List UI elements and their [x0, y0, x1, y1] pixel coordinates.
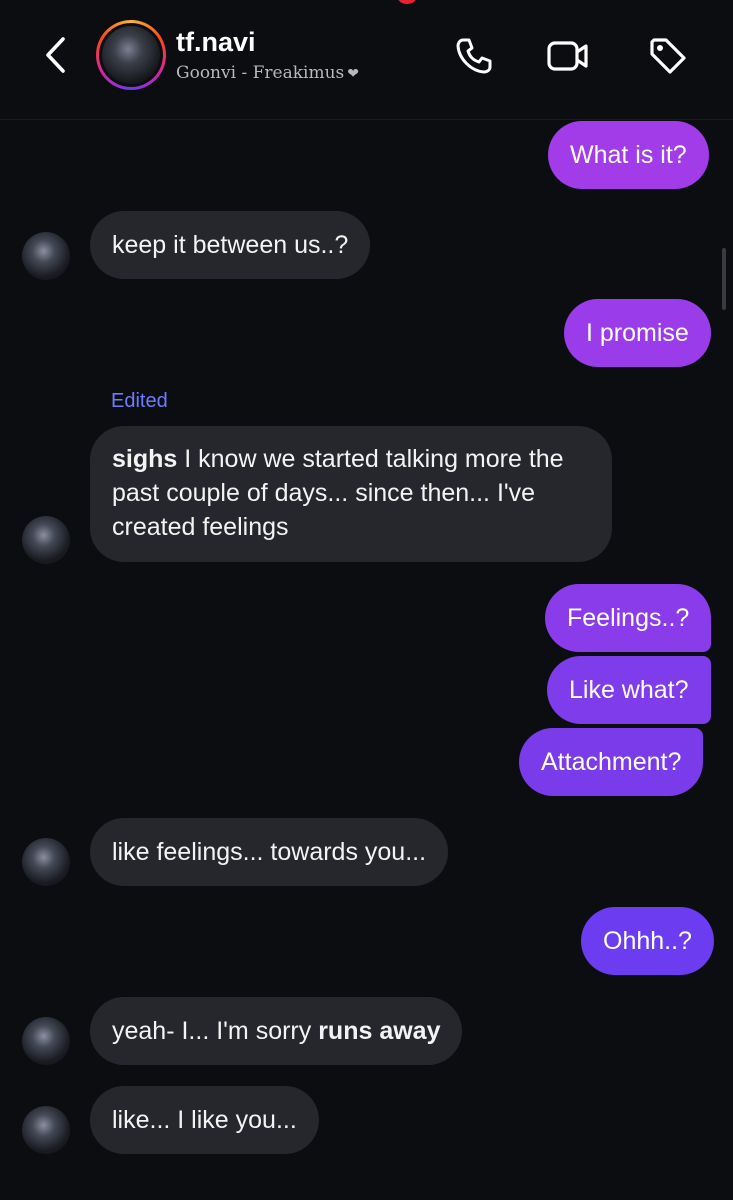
message-text: keep it between us..? — [112, 231, 349, 259]
message-incoming[interactable]: sighs I know we started talking more the… — [90, 426, 612, 562]
chat-header: tf.navi Goonvi - Freakimus ❤ — [0, 0, 733, 120]
message-text: I promise — [586, 319, 689, 347]
scrollbar[interactable] — [722, 248, 726, 310]
message-outgoing[interactable]: Like what? — [547, 656, 711, 724]
tag-button[interactable] — [646, 34, 690, 78]
sender-avatar[interactable] — [22, 232, 70, 280]
contact-avatar[interactable] — [96, 20, 166, 90]
video-camera-icon — [547, 41, 588, 71]
subtitle-text: Goonvi - Freakimus — [176, 63, 345, 83]
message-incoming[interactable]: like feelings... towards you... — [90, 818, 449, 886]
sender-avatar[interactable] — [22, 1017, 70, 1065]
contact-name[interactable]: tf.navi — [176, 27, 256, 58]
sender-avatar[interactable] — [22, 838, 70, 886]
message-outgoing[interactable]: Feelings..? — [545, 584, 712, 652]
message-text: Like what? — [569, 676, 689, 704]
message-action-text: sighs — [112, 445, 178, 473]
contact-subtitle: Goonvi - Freakimus ❤ — [176, 63, 359, 83]
back-chevron-icon — [46, 37, 65, 73]
sender-avatar[interactable] — [22, 1106, 70, 1154]
message-incoming[interactable]: like... I like you... — [90, 1086, 319, 1154]
message-text: Ohhh..? — [603, 927, 692, 955]
voice-call-button[interactable] — [452, 34, 496, 78]
message-incoming[interactable]: yeah- I... I'm sorry runs away — [90, 997, 463, 1065]
edited-label: Edited — [111, 390, 168, 412]
avatar-image — [102, 26, 160, 84]
back-button[interactable] — [36, 33, 76, 77]
sender-avatar[interactable] — [22, 516, 70, 564]
video-call-button[interactable] — [546, 34, 590, 78]
message-outgoing[interactable]: What is it? — [548, 121, 709, 189]
message-outgoing[interactable]: Attachment? — [519, 728, 704, 796]
message-text: like feelings... towards you... — [112, 838, 427, 866]
phone-icon — [456, 38, 492, 74]
message-action-text: runs away — [318, 1017, 441, 1045]
message-outgoing[interactable]: Ohhh..? — [581, 907, 714, 975]
message-text: Feelings..? — [567, 604, 690, 632]
message-text: yeah- I... I'm sorry — [112, 1017, 319, 1045]
message-text: like... I like you... — [112, 1106, 297, 1134]
message-text: What is it? — [570, 141, 687, 169]
message-outgoing[interactable]: I promise — [564, 299, 711, 367]
tag-icon — [650, 38, 686, 74]
message-incoming[interactable]: keep it between us..? — [90, 211, 371, 279]
message-text: Attachment? — [541, 748, 682, 776]
heart-icon: ❤ — [347, 66, 359, 82]
notification-dot — [398, 0, 416, 4]
message-text: I know we started talking more the past … — [112, 445, 564, 541]
